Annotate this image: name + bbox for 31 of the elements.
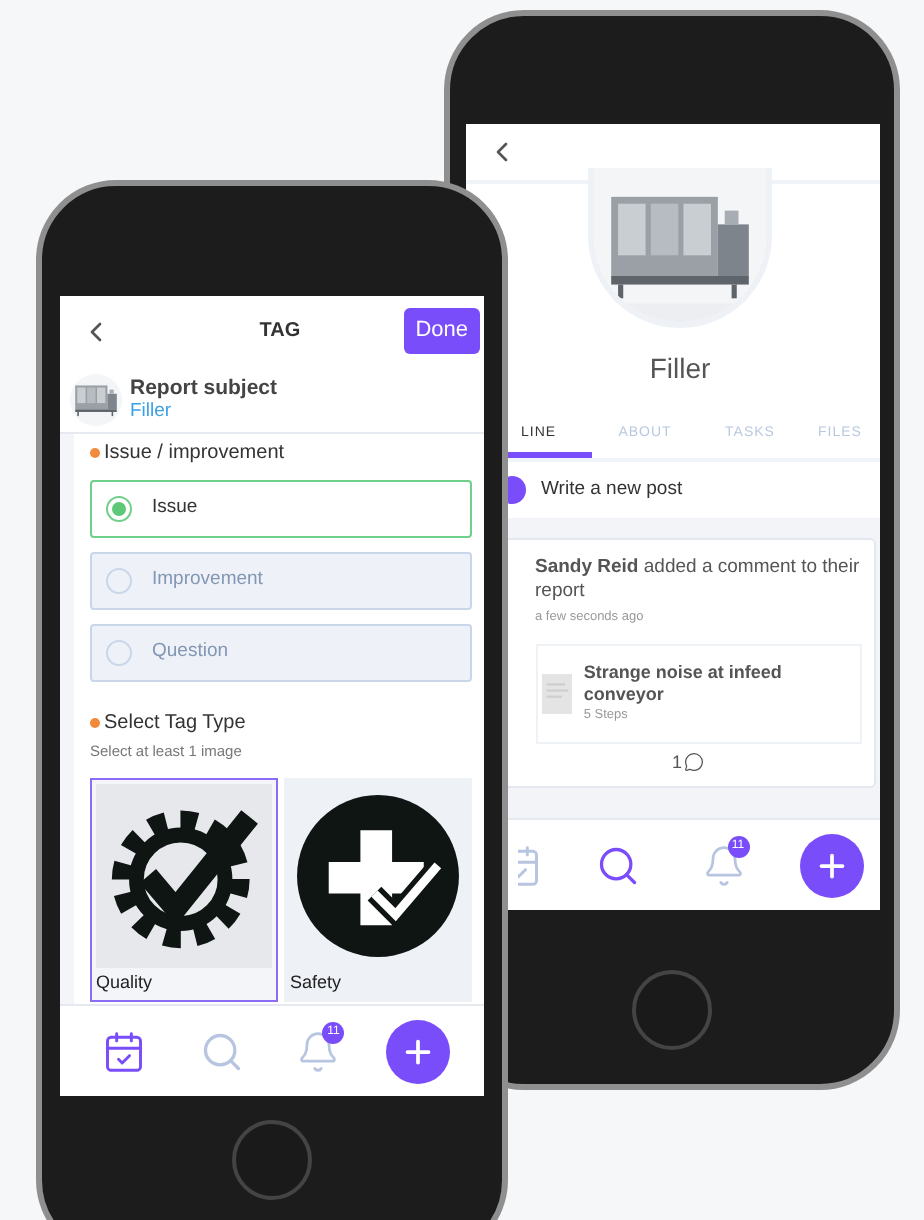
feed-text: Sandy Reid added a comment to their report <box>535 556 861 604</box>
add-button[interactable] <box>799 833 863 897</box>
radio-option[interactable]: Issue <box>90 480 472 538</box>
attachment-title: Strange noise at infeed conveyor <box>583 661 784 706</box>
comment-button[interactable]: 1 <box>671 743 724 782</box>
medical-check-icon <box>297 795 459 958</box>
tile-label: Quality <box>96 970 155 997</box>
search-icon <box>199 1029 244 1073</box>
radio-icon <box>106 496 132 522</box>
subject-label: Report subject <box>130 375 278 399</box>
tag-type-tile[interactable]: Safety <box>284 778 472 1003</box>
search-icon <box>595 843 639 887</box>
screen-title: TAG <box>257 318 303 346</box>
subject-value: Filler <box>130 399 174 423</box>
bell-icon <box>701 843 745 887</box>
new-post-button[interactable]: Write a new post <box>541 475 683 505</box>
gear-check-icon <box>111 810 258 949</box>
tile-label: Safety <box>290 970 344 997</box>
radio-option[interactable]: Improvement <box>90 552 472 610</box>
comment-icon <box>684 752 704 773</box>
section-label: Select Tag Type <box>104 710 246 738</box>
tag-type-tile[interactable]: Quality <box>90 778 278 1003</box>
done-button[interactable]: Done <box>403 308 480 354</box>
add-button[interactable] <box>385 1019 450 1083</box>
profile-name: Filler <box>647 350 713 388</box>
bell-icon <box>296 1029 341 1073</box>
radio-icon <box>106 568 132 594</box>
radio-icon <box>106 640 132 666</box>
radio-option[interactable]: Question <box>90 624 472 682</box>
document-icon <box>541 673 572 714</box>
section-label: Issue / improvement <box>104 440 285 468</box>
